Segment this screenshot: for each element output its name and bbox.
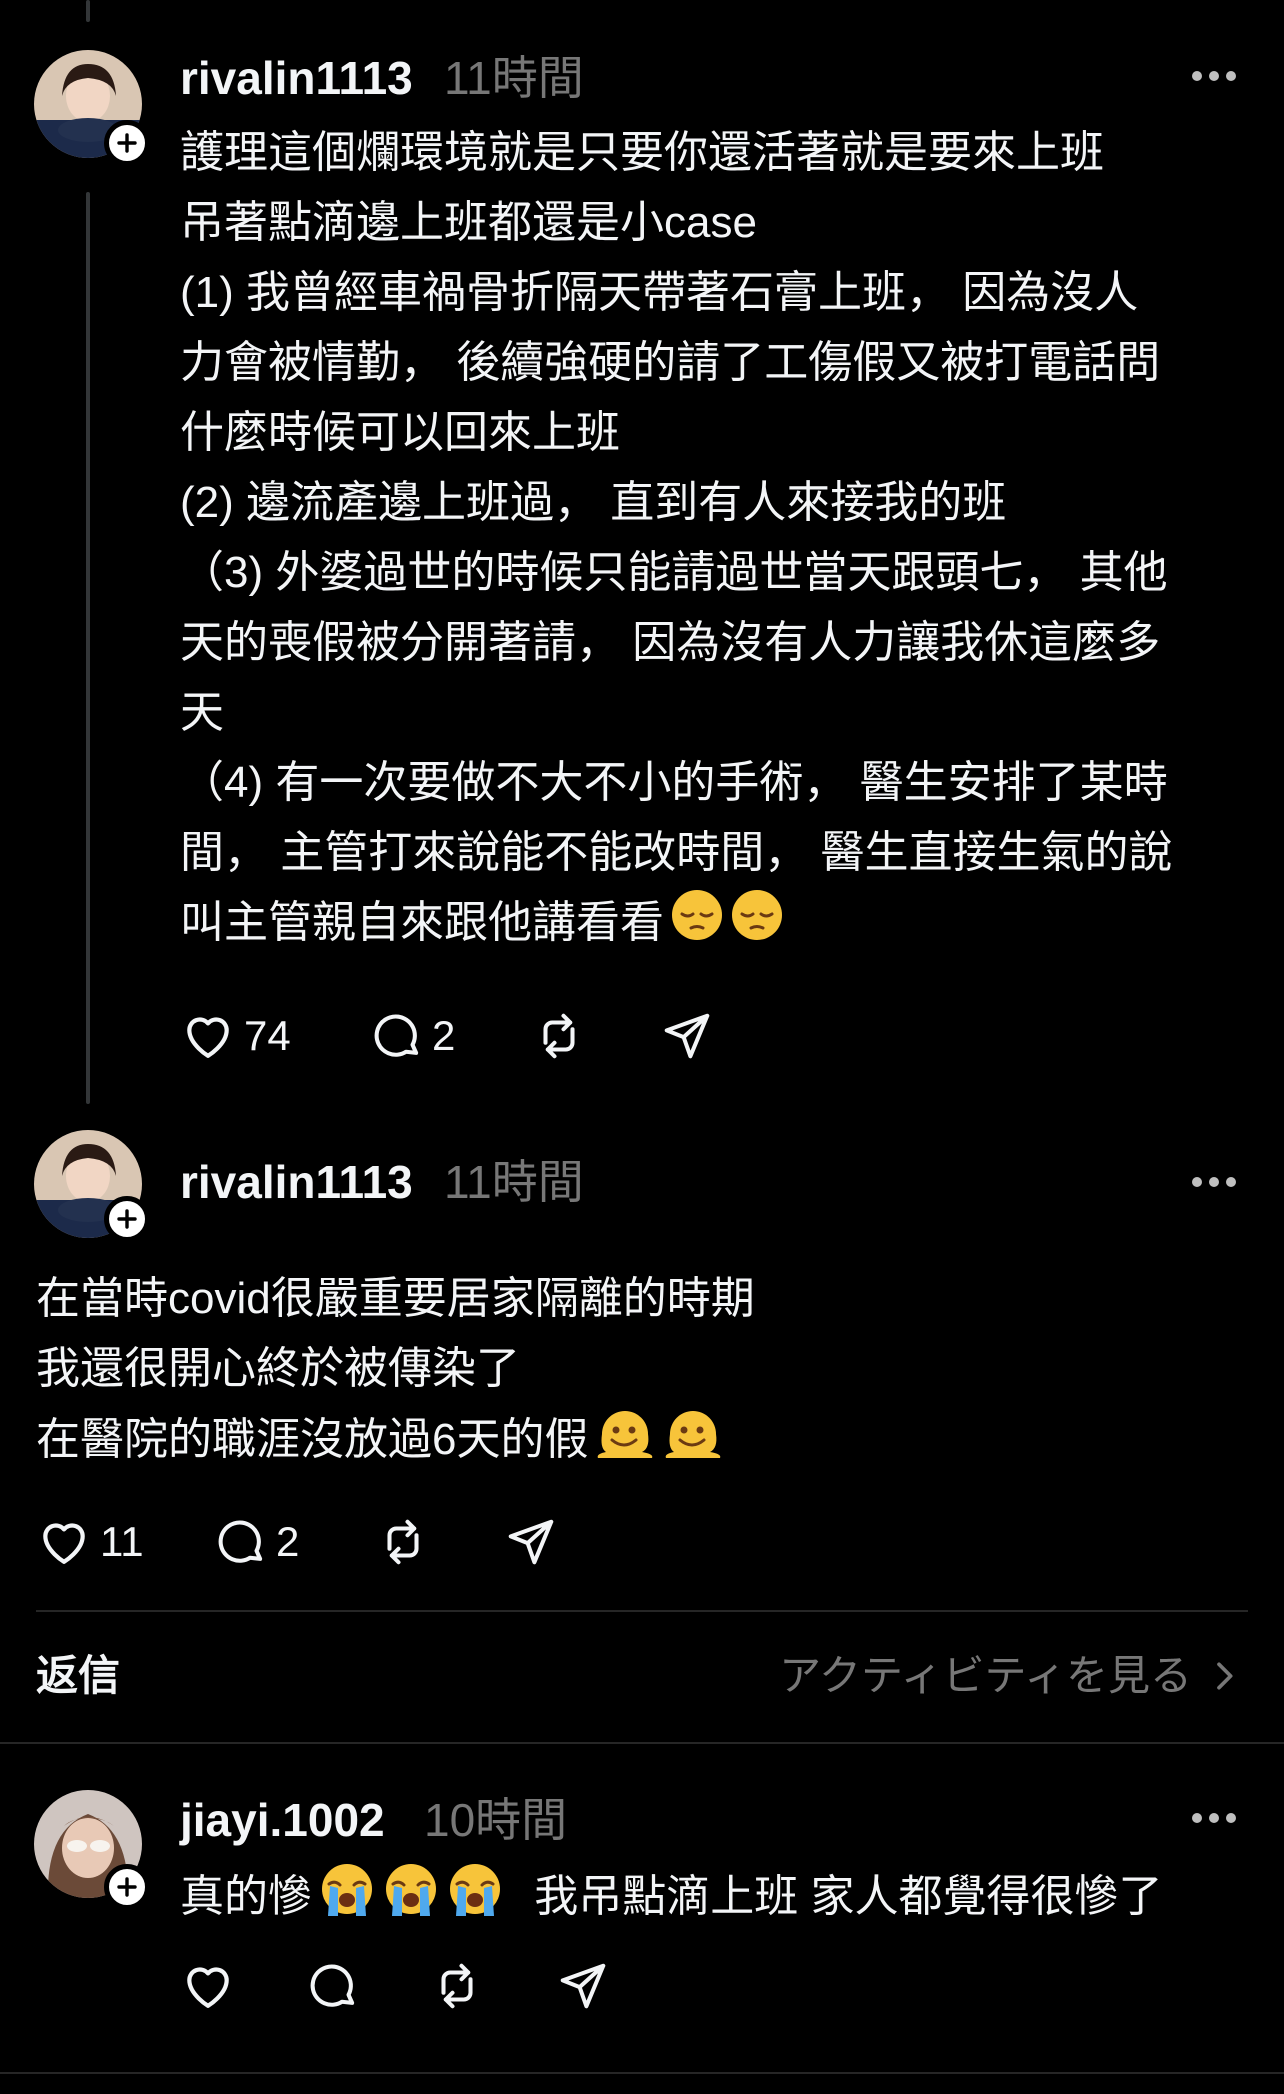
- heart-icon: [187, 1967, 229, 2008]
- post-body: 在當時covid很嚴重要居家隔離的時期 我還很開心終於被傳染了 在醫院的職涯沒放…: [36, 1264, 1236, 1481]
- more-options-icon[interactable]: [1192, 1808, 1236, 1828]
- follow-plus-icon[interactable]: [104, 120, 150, 166]
- chevron-right-icon: [1217, 1662, 1233, 1690]
- post-line: 什麼時候可以回來上班: [180, 408, 620, 457]
- follow-plus-icon[interactable]: [104, 1864, 150, 1910]
- post-line: (1) 我曾經車禍骨折隔天帶著石膏上班， 因為沒人: [180, 268, 1139, 317]
- melting-face-icon: [594, 1404, 656, 1481]
- timestamp: 11時間: [444, 1156, 584, 1208]
- post-text: 我吊點滴上班 家人都覺得很慘了: [534, 1872, 1163, 1922]
- post-body: 護理這個爛環境就是只要你還活著就是要來上班 吊著點滴邊上班都還是小case (1…: [180, 118, 1240, 963]
- post-line: （3) 外婆過世的時候只能請過世當天跟頭七， 其他: [180, 548, 1168, 597]
- share-button[interactable]: [556, 1956, 610, 2016]
- post-line: 我還很開心終於被傳染了: [36, 1344, 520, 1393]
- post-line: 吊著點滴邊上班都還是小case: [180, 198, 757, 247]
- post-line: (2) 邊流產邊上班過， 直到有人來接我的班: [180, 478, 1007, 527]
- heart-icon: [43, 1523, 85, 1564]
- share-button[interactable]: [660, 1006, 714, 1066]
- loudly-crying-face-icon: [382, 1860, 440, 1939]
- send-icon: [508, 1519, 554, 1565]
- post-line: 天: [180, 688, 224, 737]
- repost-icon: [387, 1519, 419, 1565]
- username[interactable]: jiayi.1002: [180, 1790, 385, 1850]
- more-options-icon[interactable]: [1192, 1172, 1236, 1192]
- repost-button[interactable]: [376, 1512, 430, 1572]
- repost-icon: [441, 1963, 473, 2009]
- loudly-crying-face-icon: [446, 1860, 504, 1939]
- view-activity-link[interactable]: アクティビティを見る: [779, 1646, 1244, 1706]
- post-line: 叫主管親自來跟他講看看: [180, 898, 664, 948]
- post-line: 天的喪假被分開著請， 因為沒有人力讓我休這麼多: [180, 618, 1161, 667]
- like-button[interactable]: 74: [180, 1006, 291, 1066]
- thread-line: [86, 192, 90, 1104]
- like-count: 74: [244, 1012, 291, 1059]
- reply-button[interactable]: 2: [214, 1512, 299, 1572]
- post-line: 在當時covid很嚴重要居家隔離的時期: [36, 1274, 755, 1323]
- post-line: 力會被情勤， 後續強硬的請了工傷假又被打電話問: [180, 338, 1161, 387]
- repost-button[interactable]: [430, 1956, 484, 2016]
- post-line: 護理這個爛環境就是只要你還活著就是要來上班: [180, 128, 1104, 177]
- replies-header: 返信: [36, 1652, 121, 1699]
- username[interactable]: rivalin1113: [180, 48, 413, 108]
- post-line: （4) 有一次要做不大不小的手術， 醫生安排了某時: [180, 758, 1168, 807]
- like-button[interactable]: 11: [36, 1512, 144, 1572]
- reply-button[interactable]: 2: [370, 1006, 455, 1066]
- thread-line-top: [86, 0, 90, 22]
- reply-count: 2: [432, 1012, 456, 1059]
- view-activity-label: アクティビティを見る: [779, 1652, 1192, 1699]
- repost-icon: [543, 1013, 575, 1059]
- comment-icon: [374, 1014, 419, 1057]
- share-button[interactable]: [504, 1512, 558, 1572]
- reply-count: 2: [276, 1518, 300, 1565]
- timestamp: 11時間: [444, 52, 584, 104]
- divider: [0, 1742, 1284, 1744]
- like-count: 11: [100, 1518, 144, 1565]
- comment-icon: [218, 1520, 263, 1563]
- send-icon: [664, 1013, 710, 1059]
- divider: [0, 2072, 1284, 2074]
- pensive-face-icon: [730, 888, 784, 963]
- follow-plus-icon[interactable]: [104, 1196, 150, 1242]
- username[interactable]: rivalin1113: [180, 1152, 413, 1212]
- heart-icon: [187, 1017, 229, 1058]
- repost-button[interactable]: [532, 1006, 586, 1066]
- comment-icon: [310, 1964, 355, 2007]
- reply-button[interactable]: [306, 1956, 360, 2016]
- pensive-face-icon: [670, 888, 724, 963]
- post-text: 真的慘: [180, 1872, 312, 1922]
- like-button[interactable]: [180, 1956, 236, 2016]
- post-line: 在醫院的職涯沒放過6天的假: [36, 1415, 589, 1465]
- post-line: 間， 主管打來說能不能改時間， 醫生直接生氣的說: [180, 828, 1173, 877]
- post-body: 真的慘 我吊點滴上班 家人都覺得很慘了: [180, 1860, 1260, 1939]
- send-icon: [560, 1963, 606, 2009]
- timestamp: 10時間: [424, 1794, 568, 1846]
- more-options-icon[interactable]: [1192, 66, 1236, 86]
- melting-face-icon: [662, 1404, 724, 1481]
- loudly-crying-face-icon: [318, 1860, 376, 1939]
- divider: [36, 1610, 1248, 1612]
